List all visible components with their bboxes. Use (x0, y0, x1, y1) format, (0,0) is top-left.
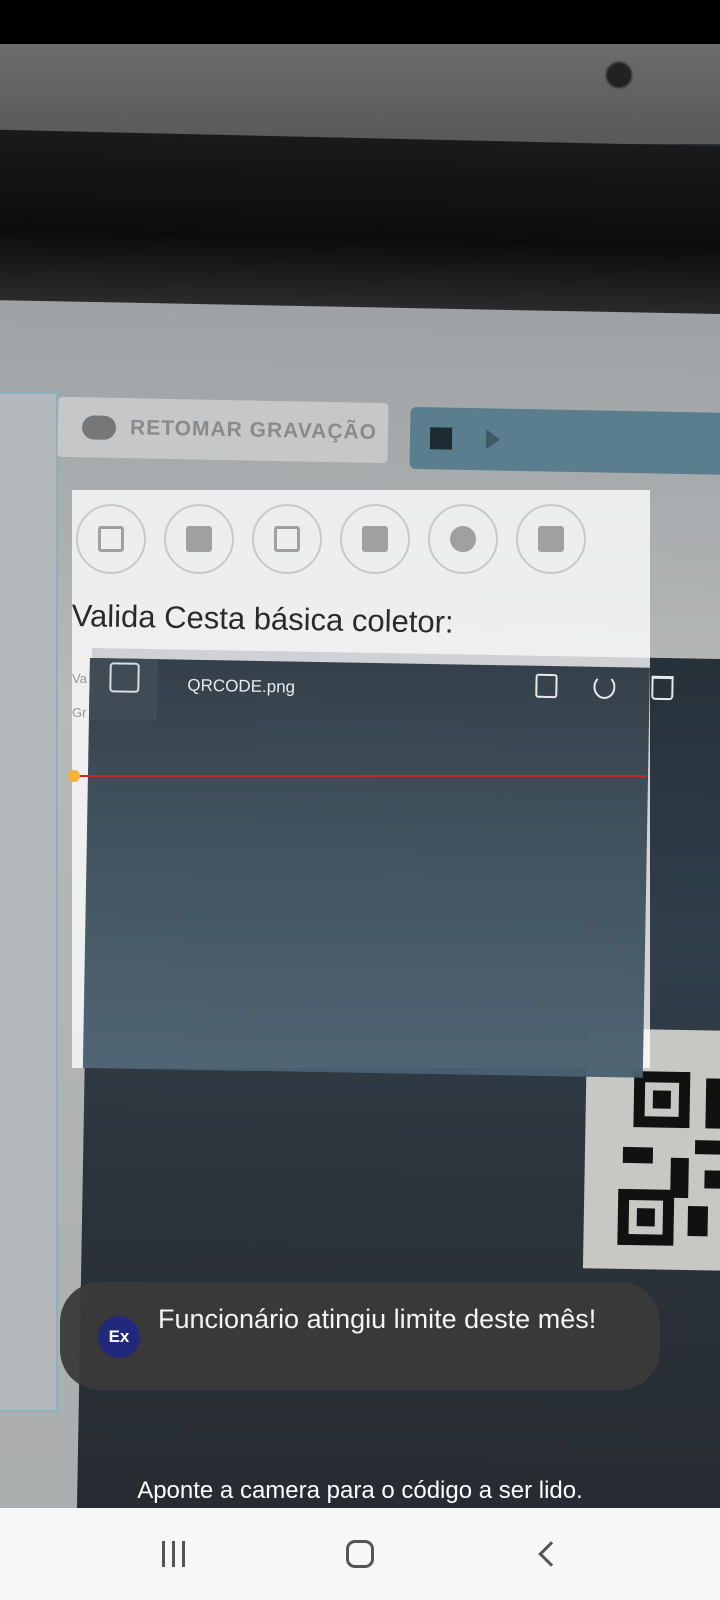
back-icon (537, 1541, 564, 1567)
qr-finder-top-left (633, 1071, 691, 1129)
qr-module (705, 1078, 720, 1129)
recents-icon (161, 1541, 185, 1567)
toast-notification: Ex Funcionário atingiu limite deste mês! (60, 1282, 660, 1390)
recents-button[interactable] (128, 1519, 218, 1589)
clipboard-icon (340, 504, 410, 574)
viewer-filename: QRCODE.png (187, 675, 296, 697)
qr-module (704, 1170, 720, 1190)
record-button: RETOMAR GRAVAÇÃO (57, 396, 389, 464)
edit-image-icon (535, 673, 558, 699)
form-title: Valida Cesta básica coletor: (71, 598, 454, 640)
gear-icon (428, 504, 498, 574)
toast-message: Funcionário atingiu limite deste mês! (158, 1304, 597, 1334)
image-viewer-header: QRCODE.png (91, 650, 720, 731)
qr-module (670, 1157, 689, 1199)
trash-icon (651, 675, 674, 701)
wall-spot (606, 62, 632, 88)
recording-player (409, 406, 720, 476)
home-icon (345, 1540, 374, 1568)
form-small-label: Gr (72, 705, 87, 720)
copy-icon (76, 504, 146, 574)
scanner-line-marker (68, 770, 80, 782)
left-panel (0, 392, 58, 1412)
qr-finder-bottom-left (617, 1188, 675, 1246)
background-wall (0, 44, 720, 144)
scan-instruction: Aponte a camera para o código a ser lido… (137, 1477, 583, 1504)
qr-module (694, 1140, 720, 1156)
back-button[interactable] (502, 1519, 592, 1589)
viewer-actions (535, 673, 674, 701)
play-next-icon (485, 429, 501, 450)
scanner-line (74, 775, 646, 777)
navigation-bar (0, 1508, 720, 1600)
rotate-icon (593, 674, 616, 700)
qr-module (622, 1146, 654, 1164)
table-icon (164, 504, 234, 574)
form-small-label: Va (72, 671, 87, 686)
status-bar (0, 0, 720, 44)
stop-icon (429, 427, 453, 450)
qr-module (687, 1206, 709, 1237)
home-button[interactable] (315, 1519, 405, 1589)
record-icon (81, 415, 117, 440)
export-icon (252, 504, 322, 574)
form-toolbar (76, 504, 586, 574)
record-button-label: RETOMAR GRAVAÇÃO (129, 416, 378, 444)
monitor-bezel (0, 129, 720, 317)
form-small-labels: Va Gr (72, 662, 87, 730)
photos-app-icon (109, 662, 140, 693)
app-icon: Ex (98, 1316, 140, 1358)
save-icon (516, 504, 586, 574)
